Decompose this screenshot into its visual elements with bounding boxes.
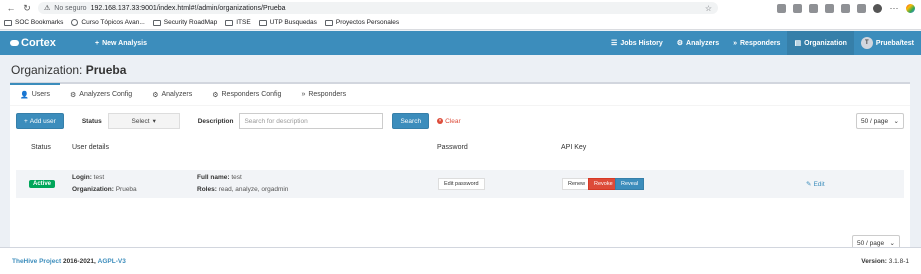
folder-icon: [258, 19, 267, 26]
tasks-icon: ☰: [611, 40, 618, 47]
header-status: Status: [31, 143, 51, 151]
search-button[interactable]: Search: [392, 113, 430, 129]
url-text: 192.168.137.33:9001/index.html#!/admin/o…: [90, 4, 286, 12]
profile-avatar[interactable]: [873, 3, 882, 13]
user-icon: 👤: [20, 91, 29, 99]
bookmark-itse[interactable]: ITSE: [225, 19, 251, 26]
status-label: Status: [81, 117, 102, 125]
renew-button[interactable]: Renew: [562, 178, 592, 190]
status-select[interactable]: Select ▾: [107, 113, 180, 129]
table-row: Active Login: test Organization: Prueba …: [16, 170, 904, 198]
plus-icon: +: [95, 39, 100, 47]
chevron-down-icon: ⌄: [893, 118, 899, 125]
nav-responders[interactable]: » Responders: [726, 31, 787, 55]
folder-icon: [152, 19, 161, 26]
login-field: Login: test: [72, 174, 105, 181]
status-badge: Active: [29, 180, 56, 188]
extension-icon[interactable]: [793, 3, 802, 13]
extension-icons: ⋯: [777, 3, 915, 13]
forward-icon: »: [301, 91, 306, 98]
folder-icon: [324, 19, 333, 26]
bookmark-soc[interactable]: SOC Bookmarks: [4, 19, 63, 26]
table-header: Status User details Password API Key: [16, 138, 904, 156]
tab-analyzers-config[interactable]: ⚙ Analyzers Config: [60, 84, 142, 106]
cortex-logo[interactable]: Cortex: [0, 37, 95, 49]
license-link[interactable]: AGPL-V3: [98, 258, 126, 265]
header-api-key: API Key: [561, 143, 587, 151]
footer-version: Version: 3.1.8-1: [861, 257, 909, 265]
extension-icon[interactable]: [809, 3, 818, 13]
app-navbar: Cortex + New Analysis ☰ Jobs History ⚙ Ana…: [0, 31, 921, 55]
favorites-icon[interactable]: [841, 3, 850, 13]
close-icon: ×: [437, 118, 444, 124]
main-content: Organization: Prueba 👤 Users ⚙ Analyzers C…: [0, 55, 921, 274]
description-label: Description: [197, 117, 234, 125]
address-bar[interactable]: ⚠ No seguro 192.168.137.33:9001/index.ht…: [38, 2, 718, 14]
edit-icon: ✎: [806, 181, 812, 188]
description-input[interactable]: Search for description: [239, 113, 384, 129]
folder-icon: [225, 19, 234, 26]
reveal-button[interactable]: Reveal: [615, 178, 645, 190]
footer-credits: TheHive Project 2016-2021, AGPL-V3: [12, 257, 126, 265]
bookmark-utp[interactable]: UTP Busquedas: [258, 19, 317, 26]
footer: TheHive Project 2016-2021, AGPL-V3 Versi…: [0, 247, 921, 274]
bookmarks-bar: SOC Bookmarks Curso Tópicos Avan... Secu…: [0, 16, 921, 30]
cloud-icon: [10, 40, 19, 46]
tab-analyzers[interactable]: ⚙ Analyzers: [142, 84, 202, 106]
globe-icon: [71, 19, 79, 26]
forward-icon: »: [733, 39, 737, 47]
bookmark-proyectos[interactable]: Proyectos Personales: [324, 19, 399, 26]
folder-icon: [4, 19, 12, 26]
user-menu[interactable]: T Prueba/test: [854, 31, 921, 55]
bookmark-roadmap[interactable]: Security RoadMap: [152, 19, 217, 26]
warning-icon: ⚠: [44, 5, 51, 12]
star-icon[interactable]: ☆: [705, 4, 712, 13]
cogs-icon: ⚙: [152, 91, 159, 99]
tab-responders[interactable]: » Responders: [291, 84, 356, 106]
plus-icon: +: [24, 117, 28, 125]
org-tabs: 👤 Users ⚙ Analyzers Config ⚙ Analyzers ⚙ Res…: [10, 82, 910, 106]
back-icon[interactable]: ←: [6, 3, 16, 13]
nav-organization[interactable]: ▤ Organization: [787, 31, 854, 55]
roles-field: Roles: read, analyze, orgadmin: [197, 186, 289, 193]
users-toolbar: + Add user Status Select ▾ Description Sea…: [16, 113, 904, 129]
avatar: T: [860, 37, 873, 49]
copilot-icon[interactable]: [906, 3, 915, 13]
tab-responders-config[interactable]: ⚙ Responders Config: [202, 84, 291, 106]
edit-user-link[interactable]: ✎ Edit: [806, 180, 825, 189]
collections-icon[interactable]: [857, 3, 866, 13]
page-size-select[interactable]: 50 / page ⌄: [856, 113, 904, 129]
fullname-field: Full name: test: [197, 174, 242, 181]
browser-toolbar: ← ↻ ⚠ No seguro 192.168.137.33:9001/inde…: [0, 0, 921, 16]
cog-icon: ⚙: [70, 91, 77, 99]
header-password: Password: [437, 143, 468, 151]
tab-users[interactable]: 👤 Users: [10, 82, 60, 105]
reload-icon[interactable]: ↻: [22, 3, 32, 13]
cog-icon: ⚙: [212, 91, 219, 99]
document-icon: ▤: [794, 40, 802, 47]
edit-password-button[interactable]: Edit password: [438, 178, 485, 190]
header-user-details: User details: [72, 143, 109, 151]
page-title: Organization: Prueba: [11, 63, 127, 77]
new-analysis-button[interactable]: + New Analysis: [95, 40, 147, 47]
caret-down-icon: ▾: [152, 118, 156, 125]
thehive-project-link[interactable]: TheHive Project: [12, 258, 61, 265]
organization-field: Organization: Prueba: [72, 186, 137, 193]
nav-analyzers[interactable]: ⚙ Analyzers: [670, 31, 726, 55]
extension-icon[interactable]: [777, 3, 786, 13]
add-user-button[interactable]: + Add user: [16, 113, 64, 129]
more-icon[interactable]: ⋯: [889, 3, 899, 13]
chevron-down-icon: ⌄: [889, 240, 895, 247]
split-view-icon[interactable]: [825, 3, 834, 13]
users-panel: 👤 Users ⚙ Analyzers Config ⚙ Analyzers ⚙ Res…: [10, 82, 910, 263]
nav-jobs-history[interactable]: ☰ Jobs History: [604, 31, 670, 55]
bookmark-curso[interactable]: Curso Tópicos Avan...: [71, 19, 145, 26]
secure-label: No seguro: [54, 4, 87, 12]
clear-button[interactable]: × Clear: [437, 118, 461, 125]
cogs-icon: ⚙: [676, 40, 684, 47]
